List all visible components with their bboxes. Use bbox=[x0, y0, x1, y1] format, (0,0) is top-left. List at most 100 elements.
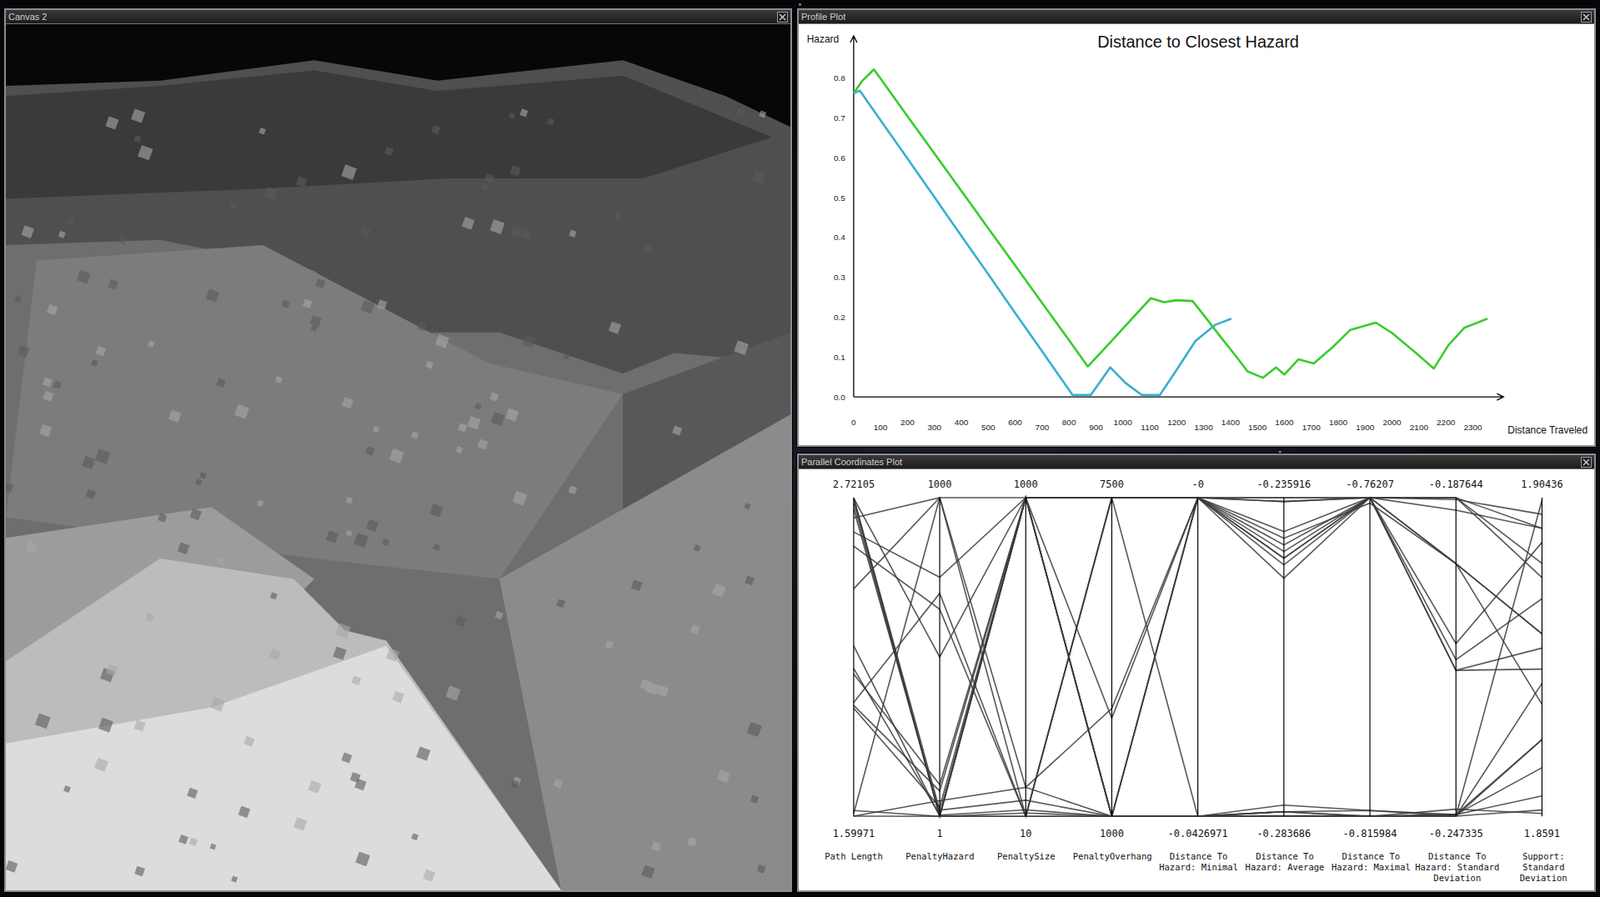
axis-min: 1.59971 bbox=[832, 827, 875, 840]
record-line bbox=[853, 497, 1543, 817]
terrain-tile bbox=[672, 425, 683, 436]
terrain-tile bbox=[736, 107, 746, 117]
terrain-tile bbox=[622, 424, 631, 432]
terrain-tile bbox=[474, 402, 482, 411]
desktop: Canvas 2 Profile PlotDistance to Closest… bbox=[0, 0, 1600, 897]
terrain-tile bbox=[195, 478, 203, 487]
terrain-tile bbox=[353, 532, 369, 548]
terrain-tile bbox=[389, 448, 405, 464]
y-tick: 0.4 bbox=[833, 232, 846, 242]
record-line bbox=[853, 497, 1543, 817]
y-tick: 0.2 bbox=[833, 312, 846, 322]
terrain-tile bbox=[35, 713, 51, 730]
terrain-tile bbox=[366, 519, 379, 532]
axis-max: 1000 bbox=[927, 478, 953, 491]
record-line bbox=[853, 497, 1543, 817]
record-line bbox=[853, 497, 1543, 817]
terrain-tile bbox=[269, 648, 281, 661]
terrain-tile bbox=[431, 125, 442, 136]
terrain-tile bbox=[411, 431, 419, 439]
terrain-tile bbox=[510, 225, 523, 238]
terrain-tile bbox=[105, 664, 118, 677]
terrain-tile bbox=[521, 334, 537, 349]
axis-line bbox=[1369, 497, 1370, 817]
axis-max: -0.235916 bbox=[1256, 478, 1311, 491]
terrain-tile bbox=[416, 746, 431, 761]
terrain-tile bbox=[341, 752, 352, 764]
terrain-tile bbox=[646, 682, 659, 695]
series-line bbox=[853, 69, 1488, 378]
axis-max: 1000 bbox=[1013, 478, 1039, 491]
x-axis-label: Distance Traveled bbox=[1507, 424, 1588, 437]
profile-chart: Distance to Closest HazardHazardDistance… bbox=[798, 24, 1595, 446]
axis-min: 1 bbox=[936, 827, 943, 840]
parallel-window[interactable]: Parallel Coordinates Plot2.721051.599711… bbox=[797, 453, 1596, 893]
terrain-tile bbox=[446, 686, 462, 702]
terrain-tile bbox=[190, 508, 202, 521]
terrain-tile bbox=[757, 864, 767, 874]
x-tick: 1900 bbox=[1355, 422, 1375, 432]
terrain-tile bbox=[42, 391, 54, 402]
terrain-tile bbox=[309, 315, 322, 327]
terrain-tile bbox=[489, 219, 505, 235]
terrain-tile bbox=[341, 396, 354, 409]
y-tick: 0.5 bbox=[833, 193, 846, 203]
terrain-tile bbox=[258, 127, 266, 136]
terrain-tile bbox=[490, 411, 505, 427]
terrain-tile bbox=[76, 270, 91, 285]
terrain-tile bbox=[210, 843, 217, 851]
axis-min: 1000 bbox=[1099, 827, 1124, 840]
terrain-tile bbox=[234, 404, 250, 420]
axis-min: 1.8591 bbox=[1524, 827, 1560, 840]
axis-name: Support: Standard Deviation bbox=[1500, 851, 1586, 884]
terrain-tile bbox=[168, 409, 181, 422]
terrain-tile bbox=[466, 416, 481, 430]
terrain-tile bbox=[244, 736, 256, 748]
x-tick: 1700 bbox=[1302, 422, 1322, 432]
terrain-tile bbox=[386, 647, 401, 663]
terrain-region bbox=[499, 414, 791, 891]
canvas-window[interactable]: Canvas 2 bbox=[4, 8, 793, 893]
terrain-tile bbox=[489, 391, 499, 402]
terrain-tile bbox=[270, 591, 278, 600]
close-button[interactable] bbox=[777, 11, 788, 23]
terrain-tile bbox=[416, 321, 427, 332]
terrain-tile bbox=[130, 108, 146, 123]
record-line bbox=[853, 497, 1543, 817]
terrain-tile bbox=[605, 640, 614, 649]
terrain-tile bbox=[46, 304, 58, 316]
terrain-tile bbox=[455, 446, 463, 454]
terrain-tile bbox=[360, 226, 372, 238]
axis-min: -0.0426971 bbox=[1168, 827, 1229, 840]
terrain-region bbox=[5, 70, 773, 199]
terrain-tile bbox=[346, 496, 354, 505]
terrain-tile bbox=[429, 503, 443, 517]
terrain-tile bbox=[58, 230, 66, 239]
terrain-tile bbox=[308, 780, 322, 794]
x-tick: 1100 bbox=[1140, 422, 1159, 432]
terrain-tile bbox=[178, 834, 189, 845]
window-title-bar: Parallel Coordinates Plot bbox=[798, 455, 1595, 469]
close-button[interactable] bbox=[1580, 456, 1592, 468]
axis-name: PenaltyHazard bbox=[897, 851, 983, 863]
terrain-tile bbox=[508, 112, 516, 120]
window-title-bar: Canvas 2 bbox=[5, 10, 791, 24]
terrain-tile bbox=[484, 172, 495, 183]
terrain-tile bbox=[608, 321, 622, 335]
close-button[interactable] bbox=[1580, 11, 1592, 23]
terrain-tile bbox=[199, 471, 207, 480]
axis-name: Distance To Hazard: Standard Deviation bbox=[1414, 851, 1500, 884]
terrain-tile bbox=[341, 164, 357, 181]
record-line bbox=[853, 497, 1543, 817]
terrain-tile bbox=[651, 841, 662, 852]
close-icon bbox=[1582, 458, 1590, 467]
profile-window[interactable]: Profile PlotDistance to Closest HazardHa… bbox=[797, 8, 1596, 447]
terrain-tile bbox=[280, 299, 291, 309]
x-tick: 1200 bbox=[1167, 417, 1187, 427]
terrain-tile bbox=[98, 717, 114, 733]
terrain-tile bbox=[20, 225, 35, 239]
terrain-tile bbox=[346, 530, 353, 537]
terrain-tile bbox=[5, 860, 18, 873]
terrain-tile bbox=[216, 557, 225, 566]
axis-line bbox=[1111, 497, 1113, 817]
